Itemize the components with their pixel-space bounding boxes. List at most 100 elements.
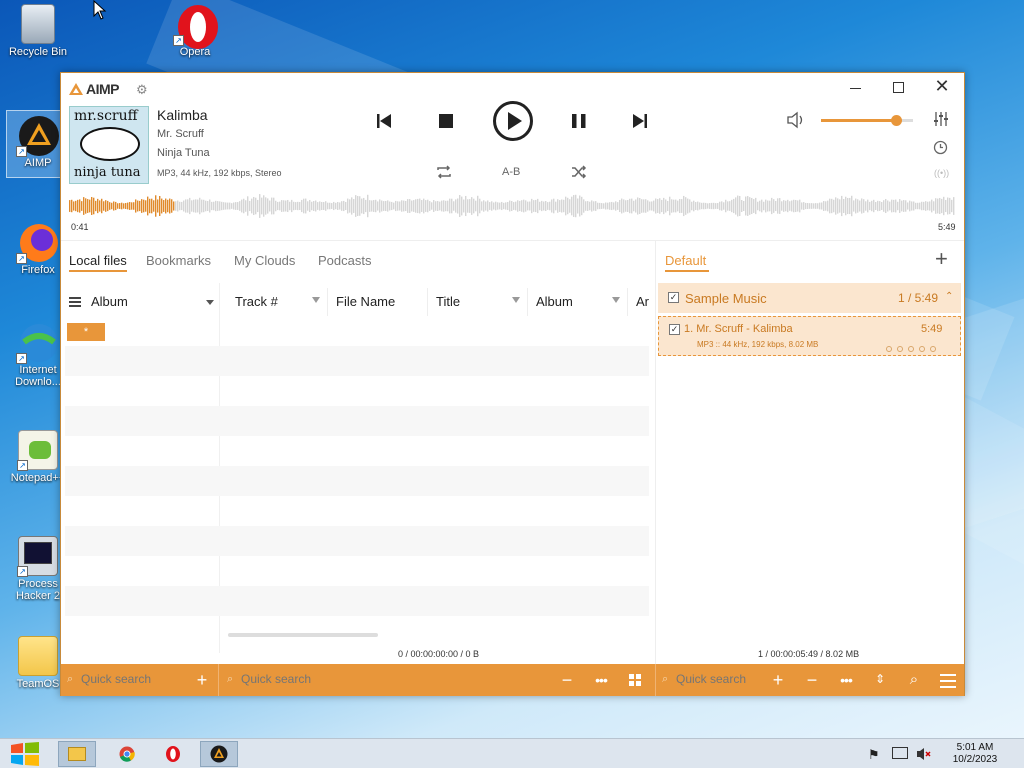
- menu-button[interactable]: [937, 669, 959, 691]
- rating-dot-icon[interactable]: [908, 346, 914, 352]
- volume-slider-handle[interactable]: [891, 115, 903, 126]
- rating-dot-icon[interactable]: [897, 346, 903, 352]
- previous-button[interactable]: [374, 111, 396, 131]
- waveform-bar: [507, 201, 509, 211]
- taskbar-file-explorer[interactable]: [58, 741, 96, 767]
- waveform-bar: [695, 202, 697, 210]
- column-album[interactable]: Album: [536, 294, 573, 309]
- taskbar-aimp[interactable]: [200, 741, 238, 767]
- tab-podcasts[interactable]: Podcasts: [318, 253, 371, 268]
- ab-repeat-button[interactable]: A-B: [502, 166, 520, 178]
- checkbox[interactable]: ✓: [669, 324, 680, 335]
- column-title[interactable]: Title: [436, 294, 460, 309]
- playlist-item[interactable]: ✓ 1. Mr. Scruff - Kalimba 5:49 MP3 :: 44…: [658, 316, 961, 356]
- waveform-bar: [473, 198, 475, 214]
- filter-icon[interactable]: [512, 297, 520, 303]
- minimize-button[interactable]: [845, 78, 867, 98]
- rating-stars[interactable]: [881, 339, 936, 357]
- shortcut-arrow-icon: ↗: [16, 146, 27, 157]
- taskbar-chrome[interactable]: [108, 741, 146, 767]
- collapse-icon[interactable]: ⌃: [945, 291, 953, 302]
- waveform-bar: [91, 196, 93, 216]
- taskbar-opera[interactable]: [154, 741, 192, 767]
- start-button[interactable]: [6, 741, 44, 767]
- waveform-bar: [381, 200, 383, 212]
- filter-icon[interactable]: [612, 297, 620, 303]
- equalizer-icon: [934, 112, 948, 126]
- tab-local-files[interactable]: Local files: [69, 253, 127, 268]
- waveform-bar: [371, 200, 373, 212]
- menu-hamburger-icon[interactable]: [69, 297, 81, 307]
- system-clock[interactable]: 5:01 AM 10/2/2023: [950, 742, 1000, 766]
- desktop-icon-recycle-bin[interactable]: Recycle Bin: [6, 4, 70, 58]
- pause-button[interactable]: [569, 111, 591, 131]
- next-button[interactable]: [630, 111, 652, 131]
- settings-gear-icon[interactable]: ⚙: [136, 82, 148, 98]
- tab-bookmarks[interactable]: Bookmarks: [146, 253, 211, 268]
- horizontal-scrollbar[interactable]: [228, 633, 378, 637]
- group-column-header[interactable]: Album: [91, 294, 128, 309]
- playlist-search-input[interactable]: [676, 672, 766, 686]
- library-search-input[interactable]: [241, 672, 441, 686]
- column-file-name[interactable]: File Name: [336, 294, 395, 309]
- network-icon[interactable]: [892, 747, 908, 759]
- waveform-bar: [301, 199, 303, 213]
- volume-muted-icon[interactable]: [916, 746, 931, 762]
- scheduler-button[interactable]: [933, 140, 951, 158]
- album-cover: mr.scruff ninja tuna: [69, 106, 149, 184]
- tab-my-clouds[interactable]: My Clouds: [234, 253, 295, 268]
- group-item-all[interactable]: *: [67, 323, 105, 341]
- volume-button[interactable]: [786, 111, 806, 129]
- add-files-button[interactable]: +: [767, 669, 789, 691]
- volume-slider[interactable]: [821, 115, 913, 126]
- rating-dot-icon[interactable]: [886, 346, 892, 352]
- waveform-bar: [569, 199, 571, 213]
- equalizer-button[interactable]: [933, 111, 951, 129]
- delete-files-button[interactable]: −: [801, 669, 823, 691]
- play-button[interactable]: [492, 100, 534, 142]
- add-button[interactable]: +: [191, 669, 213, 691]
- waveform-bar: [933, 201, 935, 211]
- waveform-bar: [781, 201, 783, 211]
- waveform-bar: [325, 201, 327, 211]
- playlist-tab-default[interactable]: Default: [665, 253, 706, 268]
- waveform-bar: [249, 200, 251, 212]
- shuffle-button[interactable]: [571, 165, 591, 181]
- close-button[interactable]: ✕: [931, 76, 953, 98]
- more-options-button[interactable]: •••: [590, 669, 612, 691]
- waveform-seekbar[interactable]: [69, 193, 955, 219]
- view-grid-button[interactable]: [624, 669, 646, 691]
- waveform-bar: [443, 200, 445, 212]
- stop-button[interactable]: [436, 111, 458, 131]
- sort-button[interactable]: ⇕: [869, 669, 891, 691]
- waveform-bar: [435, 201, 437, 211]
- flag-icon[interactable]: ⚑: [868, 747, 880, 763]
- waveform-bar: [683, 195, 685, 217]
- remove-button[interactable]: −: [556, 669, 578, 691]
- column-track-number[interactable]: Track #: [235, 294, 278, 309]
- waveform-bar: [679, 198, 681, 214]
- checkbox[interactable]: ✓: [668, 292, 679, 303]
- waveform-bar: [945, 199, 947, 213]
- waveform-bar: [759, 200, 761, 212]
- waveform-bar: [809, 203, 811, 209]
- filter-icon[interactable]: [312, 297, 320, 303]
- waveform-bar: [815, 203, 817, 209]
- add-playlist-button[interactable]: +: [935, 248, 948, 270]
- more-options-button[interactable]: •••: [835, 669, 857, 691]
- waveform-bar: [801, 202, 803, 210]
- repeat-button[interactable]: [436, 165, 456, 181]
- waveform-bar: [255, 197, 257, 215]
- playlist-group-header[interactable]: ✓ Sample Music 1 / 5:49 ⌃: [658, 283, 961, 313]
- library-groups-search-input[interactable]: [81, 672, 191, 686]
- waveform-bar: [707, 203, 709, 209]
- search-playlist-button[interactable]: ⌕: [903, 669, 925, 691]
- column-artist[interactable]: Ar: [636, 294, 649, 309]
- rating-dot-icon[interactable]: [930, 346, 936, 352]
- panel-divider[interactable]: [655, 241, 656, 664]
- chevron-down-icon[interactable]: [206, 300, 214, 305]
- desktop-icon-opera[interactable]: ↗ Opera: [163, 4, 227, 58]
- rating-dot-icon[interactable]: [919, 346, 925, 352]
- maximize-button[interactable]: [888, 78, 910, 98]
- waveform-bar: [447, 200, 449, 212]
